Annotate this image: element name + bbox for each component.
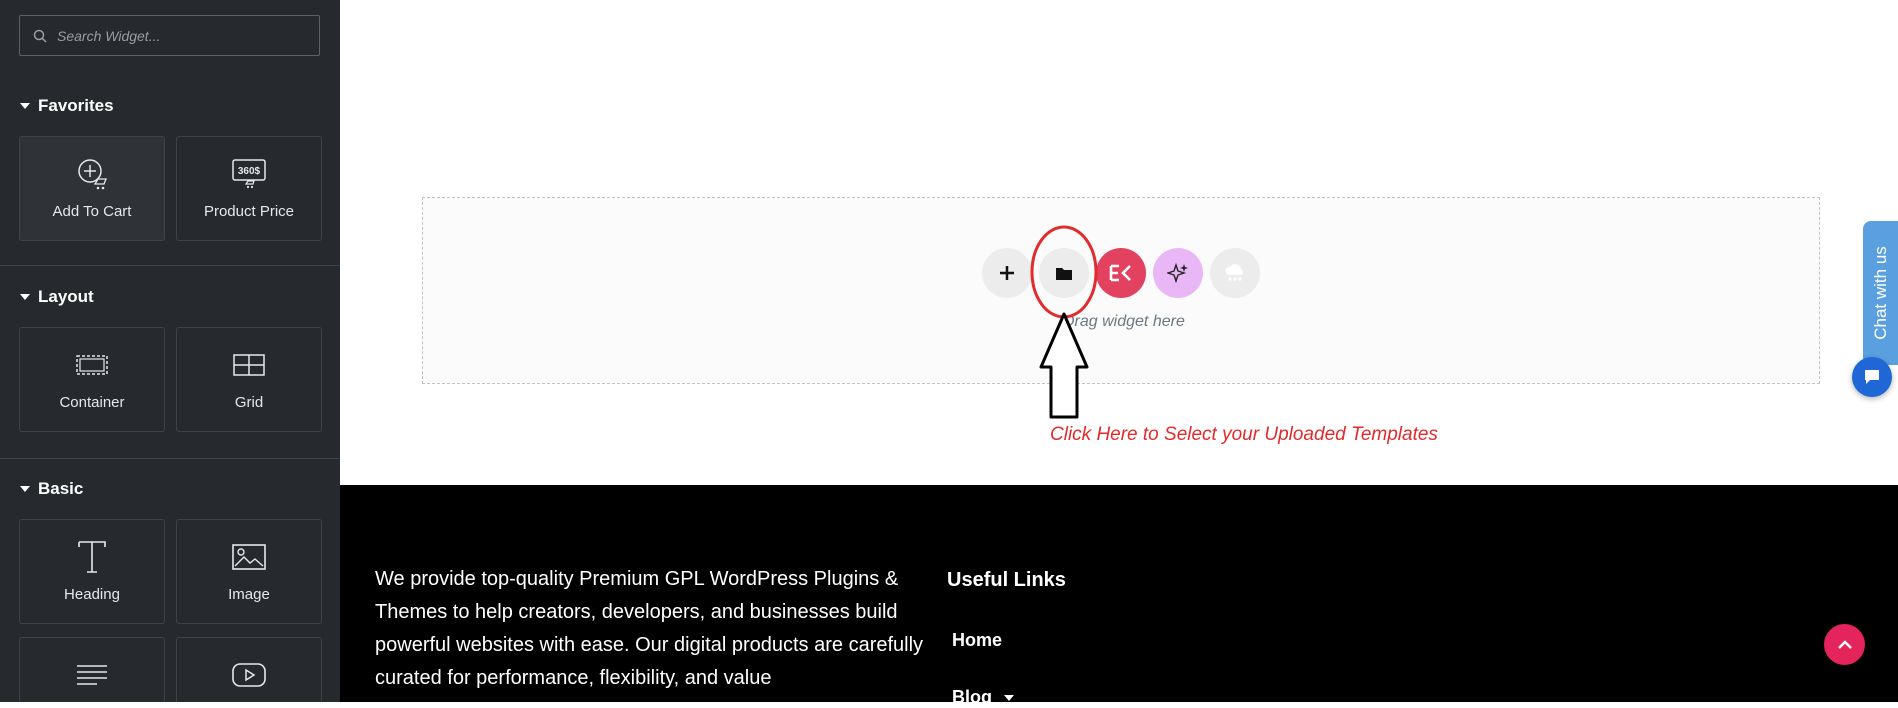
widget-label: Container	[59, 394, 125, 411]
search-box[interactable]	[19, 15, 320, 56]
category-title: Layout	[38, 287, 94, 306]
widget-video[interactable]	[176, 637, 322, 702]
plus-icon	[1000, 266, 1014, 280]
chat-with-us-tab[interactable]: Chat with us	[1863, 221, 1898, 365]
video-icon	[231, 656, 267, 694]
product-price-icon: 360$	[231, 155, 267, 193]
search-icon	[33, 29, 47, 43]
scroll-to-top-button[interactable]	[1824, 624, 1865, 665]
widget-label: Image	[228, 586, 270, 603]
annotation-text: Click Here to Select your Uploaded Templ…	[1050, 424, 1438, 445]
caret-down-icon	[20, 294, 30, 300]
annotation-overlay	[1030, 225, 1098, 419]
widget-product-price[interactable]: 360$ Product Price	[176, 136, 322, 241]
container-icon	[75, 346, 109, 384]
category-layout-toggle[interactable]: Layout	[20, 287, 94, 307]
highlight-ellipse	[1030, 225, 1098, 319]
heading-icon	[75, 538, 109, 576]
widget-add-to-cart[interactable]: Add To Cart	[19, 136, 165, 241]
text-editor-icon	[75, 656, 109, 694]
section-divider	[0, 265, 340, 266]
elementskit-icon	[1109, 264, 1131, 282]
footer-description: We provide top-quality Premium GPL WordP…	[375, 568, 924, 689]
widget-label: Add To Cart	[52, 203, 132, 220]
widget-label: Grid	[234, 394, 264, 411]
link-label: Blog	[952, 687, 992, 707]
widget-text-editor[interactable]	[19, 637, 165, 702]
add-to-cart-icon	[75, 155, 109, 193]
category-basic-toggle[interactable]: Basic	[20, 479, 83, 499]
search-input[interactable]	[55, 26, 319, 45]
chat-launcher-button[interactable]	[1852, 357, 1892, 397]
grid-icon	[232, 346, 266, 384]
chevron-up-icon	[1837, 639, 1852, 649]
caret-down-icon	[1004, 694, 1014, 701]
link-label: Home	[952, 630, 1003, 650]
up-arrow-icon	[1039, 312, 1089, 419]
widget-label: Product Price	[203, 203, 295, 220]
caret-down-icon	[20, 103, 30, 109]
widget-image[interactable]: Image	[176, 519, 322, 624]
widget-panel: Favorites Add To Cart 360$ Product Price…	[0, 0, 340, 702]
category-favorites-toggle[interactable]: Favorites	[20, 96, 114, 116]
cloud-icon	[1225, 264, 1243, 281]
chat-tab-label: Chat with us	[1870, 246, 1890, 340]
section-divider	[0, 458, 340, 459]
widget-container[interactable]: Container	[19, 327, 165, 432]
ai-sparkle-icon	[1167, 262, 1188, 284]
category-title: Basic	[38, 479, 84, 498]
useful-links-heading: Useful Links	[947, 569, 1066, 591]
cloud-library-button[interactable]	[1210, 248, 1260, 298]
chat-bubble-icon	[1865, 370, 1879, 384]
site-footer: We provide top-quality Premium GPL WordP…	[340, 485, 1898, 707]
ai-assistant-button[interactable]	[1153, 248, 1203, 298]
image-icon	[231, 538, 267, 576]
widget-grid[interactable]: Grid	[176, 327, 322, 432]
footer-link-blog[interactable]: Blog	[952, 687, 1014, 708]
footer-link-home[interactable]: Home	[952, 630, 1002, 651]
category-title: Favorites	[38, 96, 114, 115]
price-icon-text: 360$	[238, 166, 261, 177]
caret-down-icon	[20, 486, 30, 492]
widget-heading[interactable]: Heading	[19, 519, 165, 624]
widget-label: Heading	[64, 586, 120, 603]
